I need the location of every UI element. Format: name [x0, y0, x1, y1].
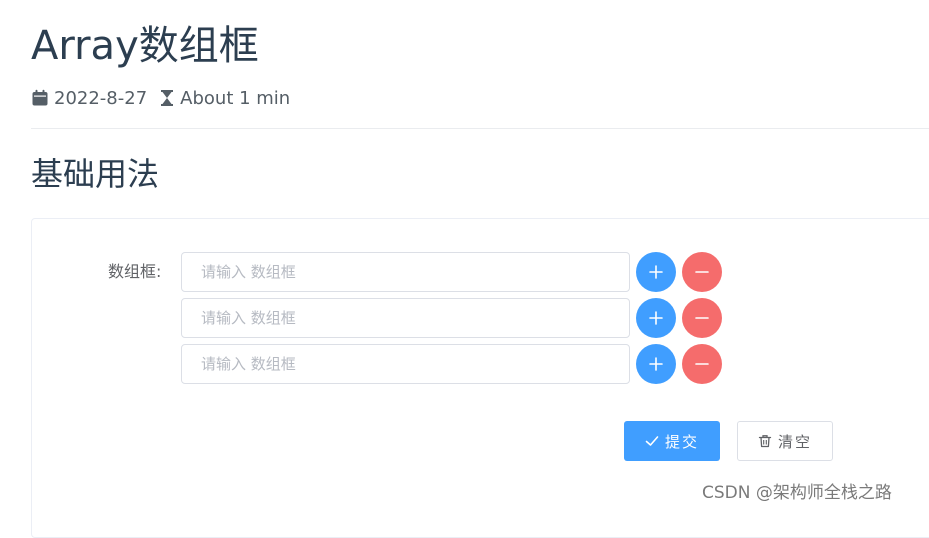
- page-title: Array数组框: [31, 23, 259, 69]
- trash-icon: [758, 434, 772, 448]
- plus-icon: [648, 264, 664, 280]
- array-input-1[interactable]: [181, 252, 630, 292]
- array-field-label: 数组框:: [108, 262, 162, 281]
- minus-icon: [694, 310, 710, 326]
- check-icon: [645, 434, 659, 448]
- add-row-button-2[interactable]: [636, 298, 676, 338]
- clear-button-label: 清空: [777, 432, 812, 451]
- date-info: 2022-8-27: [31, 88, 147, 109]
- reading-time-info: About 1 min: [159, 88, 290, 109]
- add-row-button-3[interactable]: [636, 344, 676, 384]
- page-meta: 2022-8-27 About 1 min: [31, 86, 290, 110]
- remove-row-button-2[interactable]: [682, 298, 722, 338]
- section-title: 基础用法: [31, 155, 160, 193]
- minus-icon: [694, 264, 710, 280]
- header-divider: [31, 128, 929, 129]
- date-text: 2022-8-27: [54, 87, 148, 109]
- reading-time-text: About 1 min: [180, 87, 291, 109]
- submit-button-label: 提交: [664, 432, 699, 451]
- hourglass-icon: [159, 89, 175, 107]
- array-input-2[interactable]: [181, 298, 630, 338]
- calendar-icon: [31, 89, 49, 107]
- plus-icon: [648, 356, 664, 372]
- array-input-3[interactable]: [181, 344, 630, 384]
- remove-row-button-1[interactable]: [682, 252, 722, 292]
- clear-button[interactable]: 清空: [737, 421, 833, 461]
- add-row-button-1[interactable]: [636, 252, 676, 292]
- minus-icon: [694, 356, 710, 372]
- watermark: CSDN @架构师全栈之路: [702, 483, 892, 503]
- remove-row-button-3[interactable]: [682, 344, 722, 384]
- plus-icon: [648, 310, 664, 326]
- submit-button[interactable]: 提交: [624, 421, 720, 461]
